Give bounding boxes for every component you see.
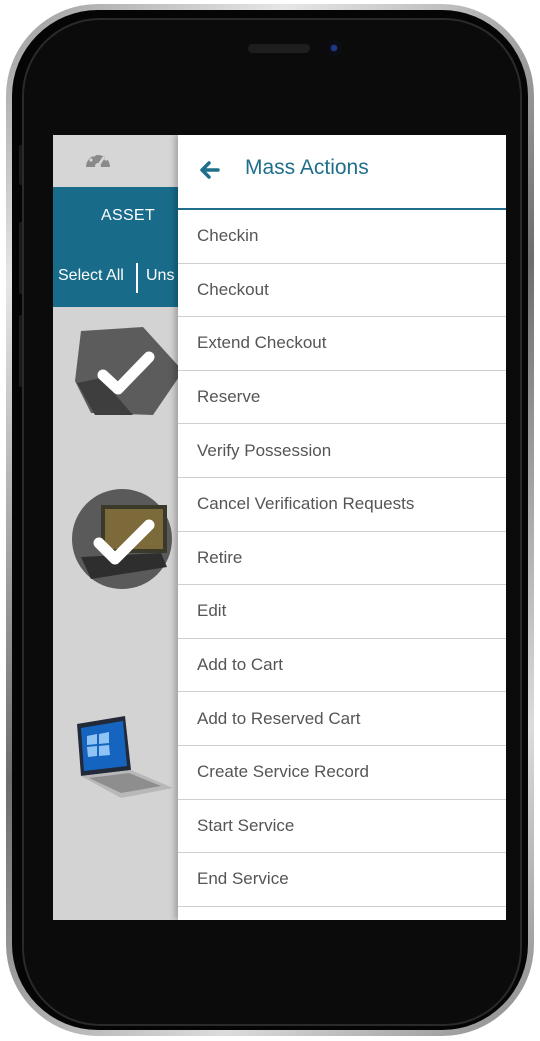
menu-item-start-service[interactable]: Start Service — [178, 800, 506, 854]
menu-item-extend-checkout[interactable]: Extend Checkout — [178, 317, 506, 371]
menu-item-label: Verify Possession — [197, 440, 332, 460]
asset-thumbnail-selected[interactable] — [73, 323, 183, 418]
menu-item-label: Edit — [197, 601, 227, 621]
menu-item-reserve[interactable]: Reserve — [178, 371, 506, 425]
asset-tab-label[interactable]: ASSET — [101, 207, 155, 225]
menu-item-label: Extend Checkout — [197, 333, 327, 353]
menu-item-label: Add to Reserved Cart — [197, 708, 361, 728]
mass-actions-menu: Checkin Checkout Extend Checkout Reserve… — [178, 210, 506, 907]
asset-thumbnail-selected[interactable] — [71, 487, 173, 592]
menu-item-label: Create Service Record — [197, 762, 369, 782]
menu-item-cancel-verification-requests[interactable]: Cancel Verification Requests — [178, 478, 506, 532]
menu-item-label: Cancel Verification Requests — [197, 494, 415, 514]
speedometer-icon[interactable] — [83, 147, 113, 171]
divider — [136, 263, 138, 293]
arrow-left-icon[interactable] — [198, 159, 220, 181]
menu-item-label: Reserve — [197, 387, 261, 407]
mass-actions-drawer: Mass Actions Checkin Checkout Extend Che… — [178, 135, 506, 920]
front-camera — [326, 40, 342, 56]
earpiece-speaker — [248, 44, 310, 53]
unselect-all-link[interactable]: Uns — [146, 267, 174, 285]
laptop-thumbnail[interactable] — [69, 710, 174, 800]
menu-item-label: Add to Cart — [197, 655, 283, 675]
menu-item-checkout[interactable]: Checkout — [178, 264, 506, 318]
app-screen: ASSET Select All Uns Mass Actions Checki… — [53, 135, 506, 920]
menu-item-label: Start Service — [197, 815, 295, 835]
drawer-header: Mass Actions — [178, 135, 506, 210]
menu-item-verify-possession[interactable]: Verify Possession — [178, 424, 506, 478]
menu-item-label: Checkin — [197, 226, 259, 246]
select-all-link[interactable]: Select All — [58, 267, 124, 285]
drawer-title: Mass Actions — [245, 156, 369, 179]
menu-item-label: Retire — [197, 547, 243, 567]
menu-item-create-service-record[interactable]: Create Service Record — [178, 746, 506, 800]
menu-item-label: End Service — [197, 869, 289, 889]
menu-item-end-service[interactable]: End Service — [178, 853, 506, 907]
menu-item-edit[interactable]: Edit — [178, 585, 506, 639]
menu-item-label: Checkout — [197, 279, 269, 299]
menu-item-checkin[interactable]: Checkin — [178, 210, 506, 264]
menu-item-add-to-reserved-cart[interactable]: Add to Reserved Cart — [178, 692, 506, 746]
menu-item-add-to-cart[interactable]: Add to Cart — [178, 639, 506, 693]
menu-item-retire[interactable]: Retire — [178, 532, 506, 586]
